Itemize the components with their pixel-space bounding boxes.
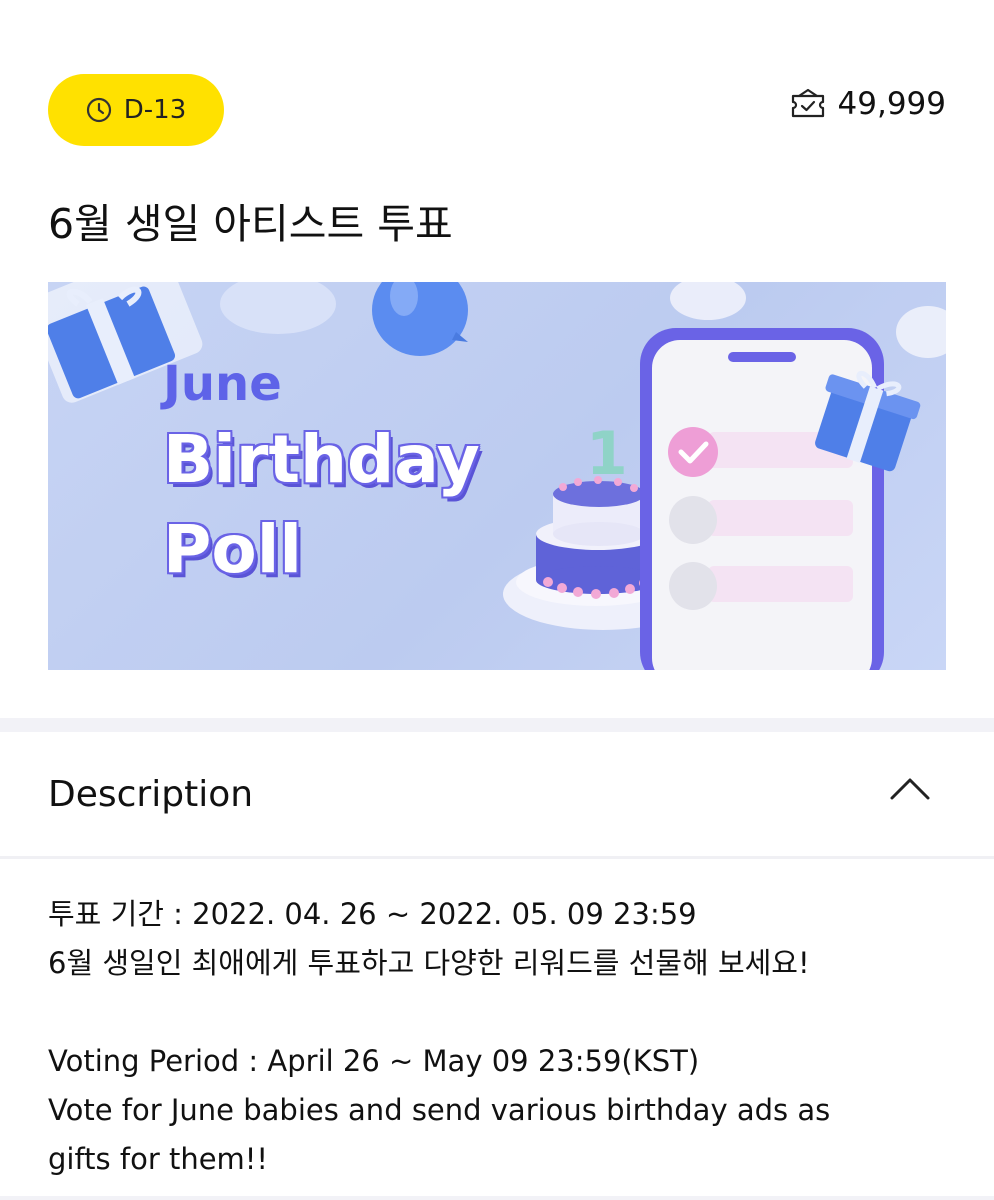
dday-text: D-13 [123, 95, 187, 125]
description-line: 투표 기간 : 2022. 04. 26 ~ 2022. 05. 09 23:5… [48, 897, 697, 931]
banner-line-2: Poll [163, 511, 302, 588]
top-row: D-13 49,999 [48, 74, 946, 146]
banner-month: June [163, 356, 282, 412]
chevron-up-icon[interactable] [888, 774, 932, 802]
dday-badge[interactable]: D-13 [48, 74, 224, 146]
description-body: 투표 기간 : 2022. 04. 26 ~ 2022. 05. 09 23:5… [48, 890, 948, 1184]
description-line: Vote for June babies and send various bi… [48, 1093, 831, 1127]
balloon-decoration [372, 282, 468, 356]
vote-count-value: 49,999 [837, 86, 946, 122]
description-heading: Description [48, 774, 254, 815]
description-separator [0, 856, 994, 859]
cloud-decoration [670, 282, 746, 320]
poll-banner-image: 1 June Birthday Poll [48, 282, 946, 670]
description-line [48, 988, 948, 1037]
description-toggle[interactable]: Description [0, 732, 994, 856]
section-divider [0, 718, 994, 732]
bottom-divider [0, 1196, 994, 1200]
banner-line-1: Birthday [163, 421, 480, 498]
ticket-icon [791, 88, 824, 118]
svg-text:1: 1 [586, 419, 628, 489]
page-title: 6월 생일 아티스트 투표 [48, 200, 453, 248]
description-line: gifts for them!! [48, 1142, 269, 1176]
description-line: Voting Period : April 26 ~ May 09 23:59(… [48, 1044, 700, 1078]
clock-icon [86, 97, 111, 123]
vote-count: 49,999 [790, 86, 946, 122]
banner-text: June Birthday Poll [163, 360, 480, 588]
description-line: 6월 생일인 최애에게 투표하고 다양한 리워드를 선물해 보세요! [48, 946, 810, 980]
